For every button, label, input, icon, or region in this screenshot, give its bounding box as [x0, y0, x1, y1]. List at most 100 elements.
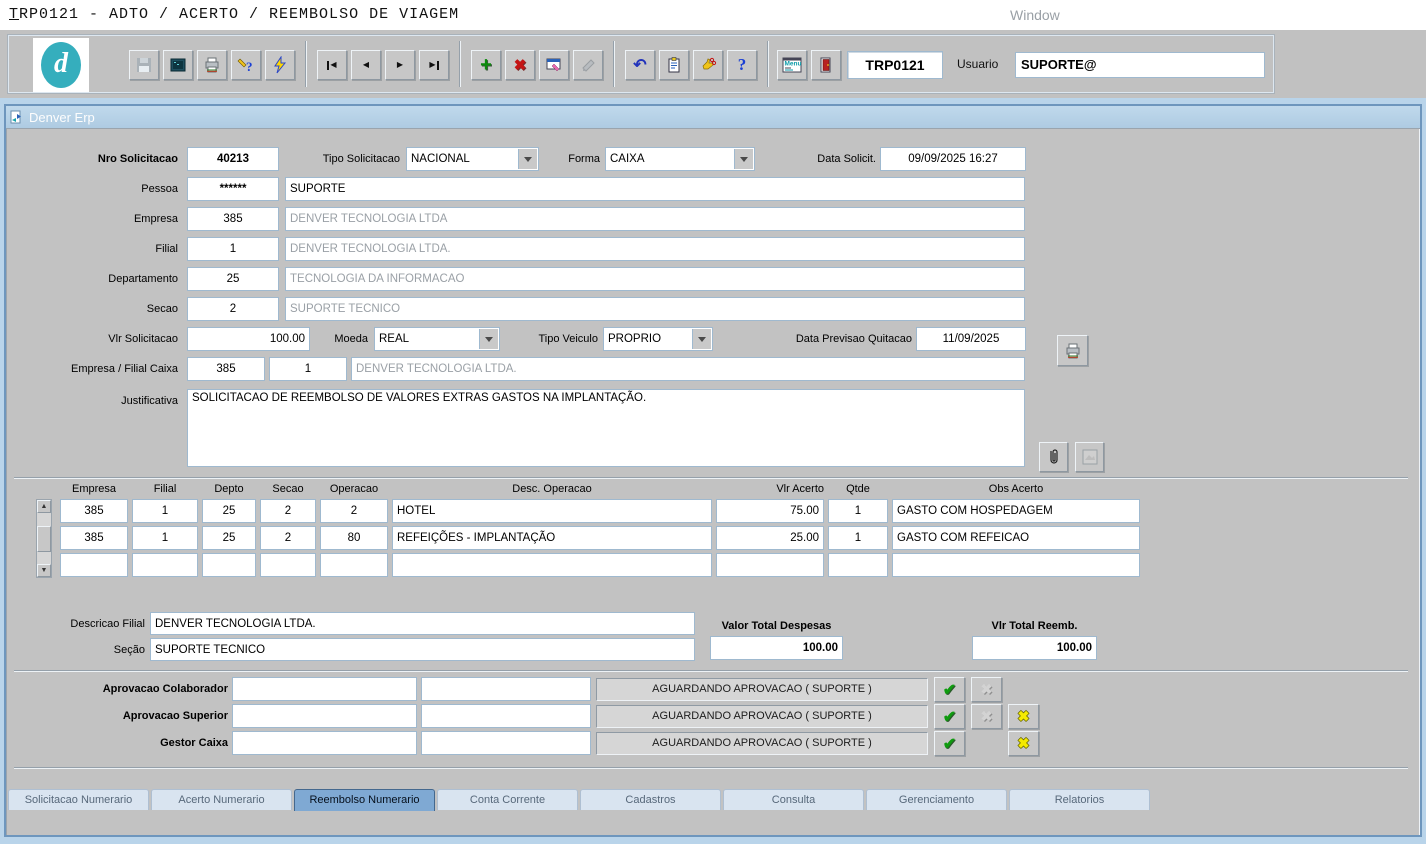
grid-scrollbar[interactable]: ▲ ▼ — [36, 499, 52, 578]
grid-cell[interactable]: 1 — [828, 499, 888, 523]
grid-cell[interactable] — [132, 553, 198, 577]
help-wizard-button[interactable]: ? — [231, 50, 261, 80]
attachment-button[interactable] — [1039, 442, 1068, 472]
approval-field-1[interactable] — [232, 704, 417, 728]
save-button[interactable] — [129, 50, 159, 80]
approval-field-1[interactable] — [232, 677, 417, 701]
grid-cell[interactable]: 2 — [260, 526, 316, 550]
pessoa-code-field[interactable]: ****** — [187, 177, 279, 201]
delete-record-button[interactable]: ✖ — [505, 50, 535, 80]
tipo-veiculo-combo[interactable]: PROPRIO — [603, 327, 713, 351]
tab-reembolso-numerario[interactable]: Reembolso Numerario — [294, 789, 435, 811]
filial-code-field[interactable]: 1 — [187, 237, 279, 261]
grid-cell[interactable] — [392, 553, 712, 577]
grid-cell[interactable] — [202, 553, 256, 577]
cancel-button[interactable]: ✖ — [1008, 731, 1039, 756]
usuario-field[interactable]: SUPORTE@ — [1015, 52, 1265, 78]
grid-cell[interactable]: 25 — [202, 499, 256, 523]
form-print-button[interactable] — [1057, 335, 1088, 366]
table-row[interactable]: 385 1 25 2 80 REFEIÇÕES - IMPLANTAÇÃO 25… — [60, 526, 1140, 550]
caixa-filial-field[interactable]: 1 — [269, 357, 347, 381]
grid-cell[interactable] — [320, 553, 388, 577]
grid-cell[interactable] — [716, 553, 824, 577]
print-button[interactable] — [197, 50, 227, 80]
grid-cell[interactable]: 80 — [320, 526, 388, 550]
help-button[interactable]: ? — [727, 50, 757, 80]
approve-button[interactable]: ✔ — [934, 704, 965, 729]
chevron-down-icon[interactable] — [518, 149, 537, 169]
table-row[interactable] — [60, 553, 1140, 577]
execute-button[interactable] — [265, 50, 295, 80]
grid-cell[interactable] — [828, 553, 888, 577]
grid-cell[interactable] — [60, 553, 128, 577]
exit-button[interactable] — [811, 50, 841, 80]
tab-consulta[interactable]: Consulta — [723, 789, 864, 810]
grid-cell[interactable]: 2 — [260, 499, 316, 523]
tab-acerto-numerario[interactable]: Acerto Numerario — [151, 789, 292, 810]
grid-cell[interactable]: 25.00 — [716, 526, 824, 550]
caixa-empresa-field[interactable]: 385 — [187, 357, 265, 381]
menu-button[interactable]: Menu Menu — [777, 50, 807, 80]
undo-button[interactable]: ↶ — [625, 50, 655, 80]
tab-gerenciamento[interactable]: Gerenciamento — [866, 789, 1007, 810]
chevron-down-icon[interactable] — [692, 329, 711, 349]
edit-record-button[interactable] — [539, 50, 569, 80]
grid-cell[interactable]: 385 — [60, 526, 128, 550]
add-record-button[interactable]: + — [471, 50, 501, 80]
table-row[interactable]: 385 1 25 2 2 HOTEL 75.00 1 GASTO COM HOS… — [60, 499, 1140, 523]
nav-last-button[interactable]: ▶ — [419, 50, 449, 80]
grid-cell[interactable]: 1 — [132, 526, 198, 550]
cancel-button[interactable]: ✖ — [1008, 704, 1039, 729]
grid-cell[interactable]: 1 — [828, 526, 888, 550]
approval-field-2[interactable] — [421, 677, 591, 701]
grid-cell[interactable] — [892, 553, 1140, 577]
tab-conta-corrente[interactable]: Conta Corrente — [437, 789, 578, 810]
grid-cell[interactable]: 385 — [60, 499, 128, 523]
grid-cell[interactable]: GASTO COM REFEICAO — [892, 526, 1140, 550]
empresa-code-field[interactable]: 385 — [187, 207, 279, 231]
grid-cell[interactable]: HOTEL — [392, 499, 712, 523]
grid-cell[interactable] — [260, 553, 316, 577]
nav-next-button[interactable]: ▶ — [385, 50, 415, 80]
forma-combo[interactable]: CAIXA — [605, 147, 755, 171]
grid-cell[interactable]: 75.00 — [716, 499, 824, 523]
grid-cell[interactable]: GASTO COM HOSPEDAGEM — [892, 499, 1140, 523]
hand-cut-button[interactable] — [693, 50, 723, 80]
nro-solicitacao-field[interactable]: 40213 — [187, 147, 279, 171]
grid-cell[interactable]: 1 — [132, 499, 198, 523]
approval-field-2[interactable] — [421, 731, 591, 755]
reject-disabled-button[interactable]: ✖ — [971, 677, 1002, 702]
window-titlebar[interactable]: Denver Erp — [6, 106, 1420, 128]
secao-code-field[interactable]: 2 — [187, 297, 279, 321]
image-note-button[interactable] — [1075, 442, 1104, 472]
justificativa-textarea[interactable]: SOLICITACAO DE REEMBOLSO DE VALORES EXTR… — [187, 389, 1025, 467]
clipboard-button[interactable] — [659, 50, 689, 80]
grid-cell[interactable]: REFEIÇÕES - IMPLANTAÇÃO — [392, 526, 712, 550]
scroll-thumb[interactable] — [37, 526, 51, 552]
tab-solicitacao-numerario[interactable]: Solicitacao Numerario — [8, 789, 149, 810]
departamento-code-field[interactable]: 25 — [187, 267, 279, 291]
tab-cadastros[interactable]: Cadastros — [580, 789, 721, 810]
nav-first-button[interactable]: ◀ — [317, 50, 347, 80]
nav-prev-button[interactable]: ◀ — [351, 50, 381, 80]
menu-window[interactable]: Window — [1010, 7, 1060, 23]
data-previsao-field[interactable]: 11/09/2025 — [916, 327, 1026, 351]
grid-cell[interactable]: 25 — [202, 526, 256, 550]
scroll-up-icon[interactable]: ▲ — [37, 500, 51, 513]
moeda-combo[interactable]: REAL — [374, 327, 500, 351]
pessoa-desc-field[interactable]: SUPORTE — [285, 177, 1025, 201]
scroll-down-icon[interactable]: ▼ — [37, 564, 51, 577]
approval-field-2[interactable] — [421, 704, 591, 728]
approve-button[interactable]: ✔ — [934, 731, 965, 756]
reject-disabled-button[interactable]: ✖ — [971, 704, 1002, 729]
data-solicit-field[interactable]: 09/09/2025 16:27 — [880, 147, 1026, 171]
vlr-solicitacao-field[interactable]: 100.00 — [187, 327, 310, 351]
chevron-down-icon[interactable] — [734, 149, 753, 169]
screen-button[interactable] — [163, 50, 193, 80]
approval-field-1[interactable] — [232, 731, 417, 755]
tab-relatorios[interactable]: Relatorios — [1009, 789, 1150, 810]
chevron-down-icon[interactable] — [479, 329, 498, 349]
approve-button[interactable]: ✔ — [934, 677, 965, 702]
grid-cell[interactable]: 2 — [320, 499, 388, 523]
tipo-solicitacao-combo[interactable]: NACIONAL — [406, 147, 539, 171]
